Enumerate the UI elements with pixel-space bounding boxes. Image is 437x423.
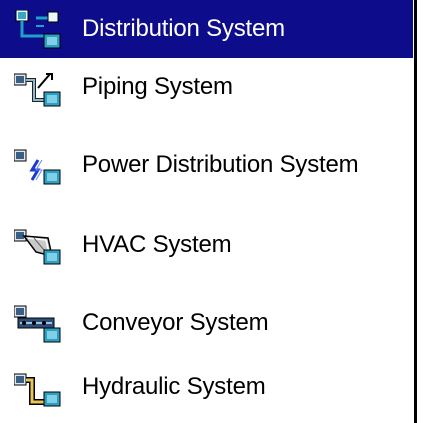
list-item-hydraulic-system[interactable]: Hydraulic System bbox=[0, 358, 413, 416]
list-item-label: Piping System bbox=[82, 73, 233, 100]
list-item-label: HVAC System bbox=[82, 231, 232, 258]
list-item-hvac-system[interactable]: HVAC System bbox=[0, 216, 413, 274]
list-item-distribution-system[interactable]: Distribution System bbox=[0, 0, 413, 58]
list-item-conveyor-system[interactable]: Conveyor System bbox=[0, 294, 413, 352]
distribution-system-icon bbox=[14, 10, 76, 52]
conveyor-system-icon bbox=[14, 304, 76, 346]
hvac-system-icon bbox=[14, 226, 76, 268]
system-type-list: Distribution System Piping System Power … bbox=[0, 0, 413, 423]
hydraulic-system-icon bbox=[14, 368, 76, 410]
list-item-label: Distribution System bbox=[82, 15, 285, 42]
list-item-label: Conveyor System bbox=[82, 309, 269, 336]
list-item-power-distribution-system[interactable]: Power Distribution System bbox=[0, 136, 413, 194]
panel-divider bbox=[414, 0, 417, 423]
piping-system-icon bbox=[14, 68, 76, 110]
power-distribution-system-icon bbox=[14, 146, 76, 188]
list-item-label: Power Distribution System bbox=[82, 151, 359, 178]
list-item-piping-system[interactable]: Piping System bbox=[0, 58, 413, 116]
list-item-label: Hydraulic System bbox=[82, 373, 266, 400]
